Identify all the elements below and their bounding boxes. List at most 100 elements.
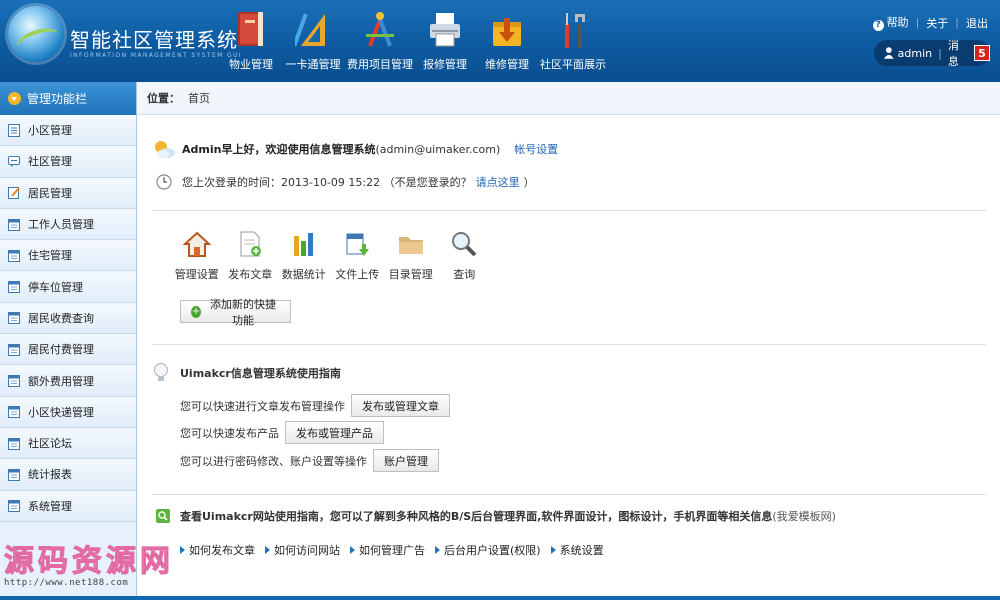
- folder-icon: [398, 237, 423, 254]
- nav-item-maintenance[interactable]: 维修管理: [476, 4, 538, 76]
- sidebar-item[interactable]: 统计报表: [0, 459, 136, 491]
- book-icon: [238, 12, 263, 46]
- site-guide-link[interactable]: 后台用户设置(权限): [435, 542, 541, 558]
- manage-products-button[interactable]: 发布或管理产品: [285, 421, 384, 444]
- nav-item-community-map[interactable]: 社区平面展示: [538, 4, 608, 76]
- nav-item-repair-report[interactable]: 报修管理: [414, 4, 476, 76]
- comment-icon: [8, 155, 20, 167]
- edit-icon: [8, 187, 20, 200]
- sidebar-item[interactable]: 住宅管理: [0, 240, 136, 272]
- manage-articles-button[interactable]: 发布或管理文章: [351, 394, 450, 417]
- printer-icon: [430, 13, 460, 47]
- site-guide-heading: 查看Uimakcr网站使用指南，您可以了解到多种风格的B/S后台管理界面,软件界…: [156, 508, 836, 524]
- ruler-icon: [295, 13, 325, 47]
- calendar-icon: [8, 343, 20, 356]
- sidebar-item-label: 住宅管理: [28, 249, 72, 263]
- messages-count-badge[interactable]: 5: [974, 45, 990, 61]
- site-guide-suffix: (我爱模板网): [772, 510, 836, 523]
- plus-circle-icon: +: [191, 305, 202, 318]
- quick-directory-manage[interactable]: 目录管理: [384, 230, 438, 282]
- nav-item-fee[interactable]: 费用项目管理: [346, 4, 414, 76]
- help-link[interactable]: ? 帮助: [872, 14, 909, 31]
- last-login-close: ）: [523, 176, 535, 189]
- sidebar-item[interactable]: 居民付费管理: [0, 334, 136, 366]
- site-guide-link[interactable]: 系统设置: [550, 542, 604, 558]
- nav-label: 社区平面展示: [540, 58, 606, 71]
- sidebar-item[interactable]: 居民收费查询: [0, 302, 136, 335]
- system-subtitle: INFORMATION MANAGEMENT SYSTEM GUI: [70, 52, 243, 59]
- welcome-email: (admin@uimaker.com): [375, 142, 501, 156]
- last-login-text: 您上次登录的时间：2013-10-09 15:22 （不是您登录的？: [182, 176, 472, 189]
- account-manage-button[interactable]: 账户管理: [373, 449, 439, 472]
- quick-file-upload[interactable]: 文件上传: [331, 230, 385, 282]
- sidebar-item[interactable]: 社区管理: [0, 146, 136, 178]
- nav-item-card[interactable]: 一卡通管理: [280, 4, 346, 76]
- sidebar-item[interactable]: 居民管理: [0, 177, 136, 209]
- calendar-icon: [8, 281, 20, 294]
- about-link[interactable]: 关于: [926, 15, 948, 31]
- nav-label: 维修管理: [485, 58, 529, 71]
- calendar-icon: [8, 500, 20, 513]
- sidebar-item[interactable]: 额外费用管理: [0, 365, 136, 397]
- breadcrumb-label: 位置：: [147, 92, 180, 105]
- document-add-icon: [240, 231, 262, 257]
- add-shortcut-button[interactable]: + 添加新的快捷功能: [180, 298, 291, 327]
- calendar-icon: [8, 312, 20, 325]
- quick-actions: 管理设置 发布文章 数据统计 文件上传 目录管理 查询: [170, 230, 491, 282]
- username[interactable]: admin: [898, 47, 932, 60]
- quick-search[interactable]: 查询: [438, 230, 492, 282]
- sidebar-item[interactable]: 停车位管理: [0, 271, 136, 303]
- divider: [152, 344, 986, 345]
- sidebar-item-label: 统计报表: [28, 468, 72, 482]
- sidebar-item[interactable]: 社区论坛: [0, 427, 136, 460]
- footer-bar: [0, 596, 1000, 600]
- drafting-tools-icon: [366, 12, 394, 47]
- quick-manage-settings[interactable]: 管理设置: [170, 230, 224, 282]
- download-box-icon: [493, 18, 521, 46]
- calendar-icon: [8, 375, 20, 388]
- account-settings-link[interactable]: 帐号设置: [514, 141, 558, 157]
- sidebar-item-label: 居民付费管理: [28, 343, 94, 357]
- not-me-link[interactable]: 请点这里: [476, 174, 520, 190]
- site-guide-link[interactable]: 如何管理广告: [350, 542, 425, 558]
- breadcrumb-current[interactable]: 首页: [188, 90, 210, 106]
- document-icon: [8, 123, 20, 137]
- welcome-line: Admin早上好，欢迎使用信息管理系统 (admin@uimaker.com) …: [152, 138, 558, 160]
- messages-link[interactable]: 消息: [948, 37, 969, 69]
- sidebar-item-label: 停车位管理: [28, 280, 83, 294]
- bar-chart-icon: [293, 233, 313, 256]
- calendar-icon: [8, 437, 20, 450]
- magnifier-icon: [452, 232, 477, 257]
- sidebar-item[interactable]: 小区管理: [0, 115, 136, 147]
- sidebar-item[interactable]: 工作人员管理: [0, 208, 136, 241]
- nav-item-property[interactable]: 物业管理: [222, 4, 280, 76]
- quick-data-stats[interactable]: 数据统计: [277, 230, 331, 282]
- divider: [152, 494, 986, 495]
- sidebar-item[interactable]: 系统管理: [0, 490, 136, 522]
- arrow-right-icon: [265, 546, 270, 554]
- welcome-greeting: Admin早上好，欢迎使用信息管理系统: [182, 143, 376, 156]
- site-guide-link[interactable]: 如何访问网站: [265, 542, 340, 558]
- sidebar-item-label: 小区快递管理: [28, 405, 94, 419]
- user-bar: admin | 消息 5: [874, 37, 990, 69]
- watermark: 源码资源网 http://www.net188.com: [4, 536, 204, 596]
- logout-link[interactable]: 退出: [966, 15, 988, 31]
- sidebar-list: 小区管理社区管理 居民管理 工作人员管理住宅管理停车位管理居民收费查询居民付费管理额…: [0, 115, 136, 522]
- system-title: 智能社区管理系统: [70, 28, 238, 52]
- sidebar-item-label: 额外费用管理: [28, 374, 94, 388]
- guide-row-account: 您可以进行密码修改、账户设置等操作 账户管理: [180, 449, 439, 472]
- sidebar-item[interactable]: 小区快递管理: [0, 396, 136, 428]
- last-login-line: 您上次登录的时间：2013-10-09 15:22 （不是您登录的？ 请点这里 …: [152, 174, 535, 190]
- watermark-title: 源码资源网: [4, 544, 174, 580]
- quick-publish-article[interactable]: 发布文章: [224, 230, 278, 282]
- sidebar-item-label: 小区管理: [28, 124, 72, 138]
- chevron-down-icon: [8, 92, 21, 105]
- house-icon: [182, 231, 211, 257]
- calendar-icon: [8, 406, 20, 419]
- sidebar-header[interactable]: 管理功能栏: [0, 82, 136, 115]
- top-nav: 物业管理 一卡通管理 费用项目管理 报修管理 维修管理 社区平面展示: [222, 4, 608, 76]
- clock-icon: [156, 174, 172, 190]
- breadcrumb: 位置： 首页: [137, 82, 1000, 115]
- sidebar-item-label: 系统管理: [28, 499, 72, 513]
- user-icon: [884, 47, 894, 59]
